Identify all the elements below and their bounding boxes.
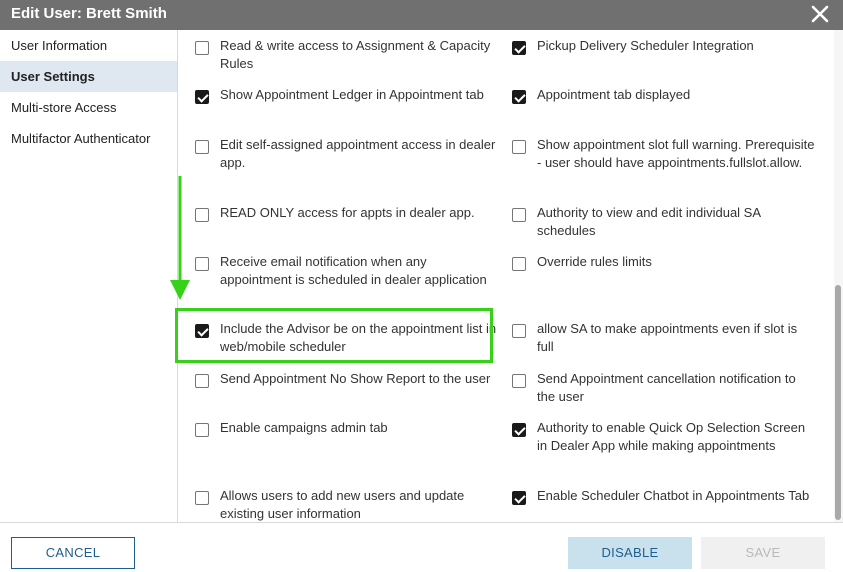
- setting-checkbox[interactable]: [195, 324, 209, 338]
- setting-checkbox[interactable]: [195, 491, 209, 505]
- setting-checkbox[interactable]: [195, 257, 209, 271]
- setting-checkbox[interactable]: [195, 90, 209, 104]
- setting-checkbox[interactable]: [512, 140, 526, 154]
- close-icon[interactable]: [811, 4, 829, 24]
- setting-checkbox[interactable]: [512, 374, 526, 388]
- setting-label: Enable campaigns admin tab: [220, 420, 388, 435]
- setting-label: Read & write access to Assignment & Capa…: [220, 38, 491, 71]
- setting-label: Allows users to add new users and update…: [220, 488, 465, 521]
- dialog-title: Edit User: Brett Smith: [11, 5, 167, 22]
- setting-label: Receive email notification when any appo…: [220, 254, 487, 287]
- disable-button[interactable]: DISABLE: [568, 537, 692, 569]
- save-button[interactable]: SAVE: [701, 537, 825, 569]
- edit-user-dialog: Edit User: Brett Smith User Information …: [0, 0, 843, 572]
- setting-label: Edit self-assigned appointment access in…: [220, 137, 496, 170]
- setting-label: Include the Advisor be on the appointmen…: [220, 321, 497, 354]
- dialog-titlebar: Edit User: Brett Smith: [0, 0, 843, 30]
- setting-checkbox[interactable]: [512, 257, 526, 271]
- setting-label: Authority to view and edit individual SA…: [537, 205, 761, 238]
- setting-checkbox[interactable]: [512, 324, 526, 338]
- setting-label: Pickup Delivery Scheduler Integration: [537, 38, 754, 53]
- cancel-button[interactable]: CANCEL: [11, 537, 135, 569]
- setting-checkbox[interactable]: [512, 208, 526, 222]
- scrollbar-thumb[interactable]: [835, 285, 841, 520]
- sidebar-item-multi-store-access[interactable]: Multi-store Access: [0, 92, 177, 123]
- setting-checkbox[interactable]: [195, 41, 209, 55]
- sidebar: User Information User Settings Multi-sto…: [0, 30, 178, 522]
- setting-checkbox[interactable]: [195, 140, 209, 154]
- setting-label: Show Appointment Ledger in Appointment t…: [220, 87, 484, 102]
- setting-checkbox[interactable]: [195, 423, 209, 437]
- setting-checkbox[interactable]: [195, 374, 209, 388]
- setting-checkbox[interactable]: [195, 208, 209, 222]
- setting-label: Override rules limits: [537, 254, 652, 269]
- setting-checkbox[interactable]: [512, 491, 526, 505]
- setting-checkbox[interactable]: [512, 41, 526, 55]
- setting-checkbox[interactable]: [512, 423, 526, 437]
- settings-scrollbar[interactable]: [834, 30, 843, 522]
- setting-label: Send Appointment cancellation notificati…: [537, 371, 796, 404]
- settings-panel: Read & write access to Assignment & Capa…: [179, 30, 843, 522]
- setting-label: Send Appointment No Show Report to the u…: [220, 371, 491, 386]
- sidebar-item-user-settings[interactable]: User Settings: [0, 61, 177, 92]
- setting-label: allow SA to make appointments even if sl…: [537, 321, 798, 354]
- sidebar-item-multifactor-authenticator[interactable]: Multifactor Authenticator: [0, 123, 177, 154]
- dialog-footer: CANCEL DISABLE SAVE: [0, 522, 843, 572]
- setting-checkbox[interactable]: [512, 90, 526, 104]
- setting-label: Authority to enable Quick Op Selection S…: [537, 420, 806, 453]
- sidebar-item-user-information[interactable]: User Information: [0, 30, 177, 61]
- setting-label: READ ONLY access for appts in dealer app…: [220, 205, 475, 220]
- setting-label: Show appointment slot full warning. Prer…: [537, 137, 815, 170]
- setting-label: Appointment tab displayed: [537, 87, 691, 102]
- setting-label: Enable Scheduler Chatbot in Appointments…: [537, 488, 810, 503]
